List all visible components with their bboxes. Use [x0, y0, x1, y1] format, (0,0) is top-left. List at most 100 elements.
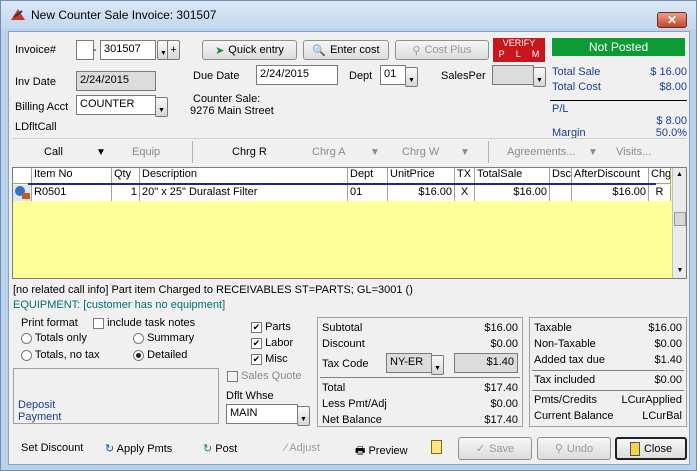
- cell-unit-price[interactable]: $16.00: [388, 185, 455, 201]
- due-date-field[interactable]: 2/24/2015: [256, 65, 338, 85]
- enter-cost-button[interactable]: 🔍 Enter cost: [303, 40, 389, 60]
- tab-agreements[interactable]: Agreements...: [507, 146, 575, 158]
- cell-dept[interactable]: 01: [348, 185, 388, 201]
- invoice-label: Invoice#: [15, 44, 56, 56]
- dflt-whse-dropdown[interactable]: ▼: [297, 406, 310, 426]
- chevron-down-icon[interactable]: ▼: [96, 147, 106, 158]
- cell-total-sale[interactable]: $16.00: [475, 185, 550, 201]
- dflt-whse-field[interactable]: MAIN: [226, 404, 298, 424]
- taxable-row: Taxable $16.00: [534, 322, 682, 334]
- summary-radio[interactable]: Summary: [133, 332, 194, 344]
- radio[interactable]: [21, 332, 32, 344]
- save-button[interactable]: ✓ Save: [458, 437, 532, 460]
- deposit-panel: Deposit Payment: [13, 368, 219, 424]
- checkmark-icon[interactable]: ✔: [251, 321, 262, 333]
- quick-entry-button[interactable]: ➤ Quick entry: [202, 40, 297, 60]
- divider: [532, 370, 684, 371]
- sales-quote-checkbox[interactable]: Sales Quote: [227, 370, 302, 382]
- totals-only-radio[interactable]: Totals only: [21, 332, 87, 344]
- tax-code-field[interactable]: NY-ER: [386, 353, 432, 373]
- dept-field[interactable]: 01: [380, 65, 406, 85]
- subtotal-row: Subtotal $16.00: [322, 322, 518, 334]
- adjust-button[interactable]: ⁄ Adjust: [285, 442, 320, 454]
- checkbox[interactable]: [93, 317, 104, 329]
- notepad-button[interactable]: [431, 440, 442, 457]
- net-balance-row: Net Balance $17.40: [322, 414, 518, 426]
- scroll-thumb[interactable]: [674, 212, 686, 226]
- chevron-down-icon[interactable]: ▼: [460, 147, 470, 158]
- close-icon: ✕: [666, 13, 678, 27]
- misc-checkbox[interactable]: ✔ Misc: [251, 353, 288, 365]
- parts-checkbox[interactable]: ✔ Parts: [251, 321, 291, 333]
- include-task-notes-checkbox[interactable]: include task notes: [93, 317, 195, 329]
- dept-dropdown[interactable]: ▼: [405, 67, 418, 87]
- radio[interactable]: [133, 332, 144, 344]
- radio[interactable]: [133, 349, 144, 361]
- invoice-add-button[interactable]: +: [167, 40, 180, 60]
- labor-checkbox[interactable]: ✔ Labor: [251, 337, 293, 349]
- checkmark-icon[interactable]: ✔: [251, 353, 262, 365]
- tab-equip[interactable]: Equip: [132, 146, 160, 158]
- invoice-prefix-field[interactable]: [76, 40, 94, 60]
- plus-icon: +: [170, 44, 177, 56]
- radio[interactable]: [21, 349, 32, 361]
- cell-tx[interactable]: X: [455, 185, 475, 201]
- cell-item-no[interactable]: R0501: [32, 185, 112, 201]
- cost-plus-button[interactable]: ⚲ Cost Plus: [395, 40, 489, 60]
- salesper-field[interactable]: [492, 65, 534, 85]
- tab-chrg-w[interactable]: Chrg W: [402, 146, 439, 158]
- total-row: Total $17.40: [322, 382, 518, 394]
- invoice-number-field[interactable]: 301507: [100, 40, 156, 60]
- salesper-dropdown[interactable]: ▼: [533, 67, 546, 87]
- vertical-scrollbar[interactable]: ▲ ▼: [672, 168, 686, 278]
- chevron-down-icon[interactable]: ▼: [370, 147, 380, 158]
- tax-code-label: Tax Code: [322, 358, 369, 370]
- close-button[interactable]: Close: [615, 437, 687, 460]
- row-selector-icon[interactable]: [13, 185, 32, 201]
- magnifier-icon: ⚲: [412, 44, 421, 57]
- scroll-up-icon[interactable]: ▲: [673, 168, 686, 182]
- divider: [532, 390, 684, 391]
- divider: [192, 141, 193, 163]
- inv-date-field[interactable]: 2/24/2015: [76, 71, 156, 91]
- cell-chg[interactable]: R: [649, 185, 671, 201]
- counter-sale-address: 9276 Main Street: [190, 105, 274, 117]
- cell-description[interactable]: 20" x 25" Duralast Filter: [140, 185, 348, 201]
- checkmark-icon[interactable]: ✔: [251, 337, 262, 349]
- menu-tab-bar: Call ▼ Equip Chrg R Chrg A ▼ Chrg W ▼ Ag…: [12, 138, 687, 164]
- tab-visits[interactable]: Visits...: [616, 146, 651, 158]
- tax-included-row: Tax included $0.00: [534, 374, 682, 386]
- verify-box: VERIFY P L M: [493, 38, 545, 62]
- pl-value-row: $ 8.00: [656, 115, 687, 127]
- set-discount-button[interactable]: Set Discount: [21, 442, 83, 454]
- cell-qty[interactable]: 1: [112, 185, 140, 201]
- summary-panel: Subtotal $16.00 Discount $0.00 Tax Code NY…: [317, 317, 523, 427]
- totals-no-tax-radio[interactable]: Totals, no tax: [21, 349, 100, 361]
- undo-button[interactable]: ⚲ Undo: [537, 437, 611, 460]
- cell-after-discount[interactable]: $16.00: [572, 185, 649, 201]
- preview-button[interactable]: 🖶 Preview: [355, 442, 408, 461]
- apply-pmts-button[interactable]: ↻ Apply Pmts: [105, 442, 172, 455]
- detailed-radio[interactable]: Detailed: [133, 349, 187, 361]
- chevron-down-icon[interactable]: ▼: [588, 147, 598, 158]
- verify-m[interactable]: M: [532, 49, 540, 60]
- tab-chrg-r[interactable]: Chrg R: [232, 146, 267, 158]
- post-button[interactable]: ↻ Post: [203, 442, 237, 455]
- tab-call[interactable]: Call: [44, 146, 63, 158]
- quick-entry-icon: ➤: [215, 44, 225, 57]
- cell-dsc[interactable]: [550, 185, 572, 201]
- table-row[interactable]: R0501 1 20" x 25" Duralast Filter 01 $16…: [13, 168, 671, 202]
- verify-l[interactable]: L: [516, 49, 521, 60]
- billing-acct-field[interactable]: COUNTER: [76, 95, 156, 115]
- invoice-dash: -: [93, 44, 97, 56]
- due-date-label: Due Date: [193, 70, 240, 82]
- verify-p[interactable]: P: [499, 49, 505, 60]
- close-window-button[interactable]: ✕: [657, 12, 687, 28]
- scroll-down-icon[interactable]: ▼: [673, 264, 687, 278]
- checkbox[interactable]: [227, 370, 238, 382]
- window-title: New Counter Sale Invoice: 301507: [31, 8, 217, 22]
- tax-code-dropdown[interactable]: ▼: [431, 355, 444, 375]
- tax-amount-field[interactable]: $1.40: [454, 353, 518, 373]
- billing-acct-dropdown[interactable]: ▼: [155, 97, 168, 117]
- tab-chrg-a[interactable]: Chrg A: [312, 146, 346, 158]
